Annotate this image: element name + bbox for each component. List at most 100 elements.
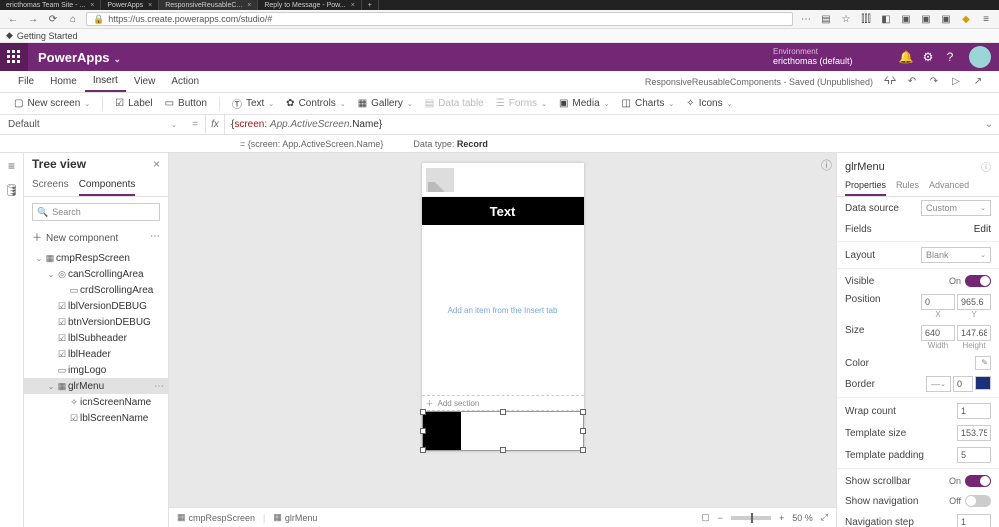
tree-node[interactable]: ☑lblScreenName [24, 410, 168, 426]
avatar[interactable] [969, 46, 991, 68]
button-button[interactable]: ▭Button [161, 98, 211, 109]
width-input[interactable] [921, 325, 955, 341]
app-launcher-icon[interactable] [0, 43, 28, 71]
info-icon[interactable]: ⓘ [981, 159, 991, 174]
fields-edit-link[interactable]: Edit [974, 224, 991, 235]
tree-node-root[interactable]: ⌄▦cmpRespScreen [24, 250, 168, 266]
orientation-icon[interactable]: ▢ [701, 512, 710, 523]
app-title[interactable]: PowerApps⌄ [28, 50, 131, 65]
browser-tab[interactable]: ericthomas Team Site - ...× [0, 0, 101, 10]
addon-icon[interactable]: ▣ [899, 12, 913, 26]
bookmark-icon[interactable]: ☆ [839, 12, 853, 26]
text-dropdown[interactable]: ⓉText⌄ [228, 96, 278, 111]
info-icon[interactable]: ⓘ [821, 157, 832, 173]
height-input[interactable] [957, 325, 991, 341]
help-icon[interactable]: ? [939, 50, 961, 64]
tree-search-input[interactable]: 🔍 Search [32, 203, 160, 221]
breadcrumb[interactable]: ▦cmpRespScreen [177, 512, 255, 523]
forward-button[interactable]: → [26, 12, 40, 26]
gallery-template[interactable] [423, 412, 461, 450]
resize-handle[interactable] [500, 447, 506, 453]
menu-insert[interactable]: Insert [85, 71, 126, 92]
nav-step-input[interactable] [957, 514, 991, 527]
close-icon[interactable]: × [247, 2, 251, 9]
resize-handle[interactable] [580, 447, 586, 453]
navigation-toggle[interactable] [965, 495, 991, 507]
library-icon[interactable]: ⫿⫿⫿ [859, 12, 873, 26]
tab-screens[interactable]: Screens [32, 175, 69, 196]
tab-rules[interactable]: Rules [896, 176, 919, 196]
label-button[interactable]: ☑Label [111, 98, 156, 109]
sidebar-icon[interactable]: ◧ [879, 12, 893, 26]
expand-formula-icon[interactable]: ⌄ [979, 119, 999, 130]
tree-node-selected[interactable]: ⌄▦glrMenu⋯ [24, 378, 168, 394]
gallery-dropdown[interactable]: ▦Gallery⌄ [354, 98, 417, 109]
more-icon[interactable]: ⋯ [154, 381, 164, 392]
tree-node[interactable]: ✧icnScreenName [24, 394, 168, 410]
more-icon[interactable]: ⋯ [150, 231, 160, 242]
menu-home[interactable]: Home [42, 71, 85, 92]
resize-handle[interactable] [420, 447, 426, 453]
color-picker[interactable]: ✎ [975, 356, 991, 370]
more-actions-icon[interactable]: ⋯ [799, 12, 813, 26]
share-icon[interactable]: ↗ [967, 71, 989, 92]
tree-node[interactable]: ☑lblHeader [24, 346, 168, 362]
undo-icon[interactable]: ↶ [901, 71, 923, 92]
tree-node[interactable]: ⌄◎canScrollingArea [24, 266, 168, 282]
formula-input[interactable]: {screen: App.ActiveScreen.Name} [225, 119, 979, 130]
redo-icon[interactable]: ↷ [923, 71, 945, 92]
addon-icon[interactable]: ▣ [939, 12, 953, 26]
settings-icon[interactable]: ⚙ [917, 50, 939, 64]
resize-handle[interactable] [500, 409, 506, 415]
charts-dropdown[interactable]: ◫Charts⌄ [618, 98, 679, 109]
resize-handle[interactable] [420, 428, 426, 434]
tree-node[interactable]: ▭imgLogo [24, 362, 168, 378]
new-component-button[interactable]: ＋New component [32, 229, 118, 244]
position-x-input[interactable] [921, 294, 955, 310]
tree-node[interactable]: ▭crdScrollingArea [24, 282, 168, 298]
media-dropdown[interactable]: ▣Media⌄ [555, 98, 614, 109]
tab-properties[interactable]: Properties [845, 176, 886, 196]
tab-advanced[interactable]: Advanced [929, 176, 969, 196]
fx-icon[interactable]: fx [205, 115, 225, 134]
visible-toggle[interactable] [965, 275, 991, 287]
position-y-input[interactable] [957, 294, 991, 310]
template-size-input[interactable] [957, 425, 991, 441]
layout-dropdown[interactable]: Blank⌄ [921, 247, 991, 263]
app-checker-icon[interactable]: ᔦᔨ [879, 71, 901, 92]
menu-action[interactable]: Action [163, 71, 207, 92]
home-button[interactable]: ⌂ [66, 12, 80, 26]
close-icon[interactable]: × [148, 2, 152, 9]
tree-node[interactable]: ☑lblSubheader [24, 330, 168, 346]
resize-handle[interactable] [580, 409, 586, 415]
zoom-in-icon[interactable]: + [779, 513, 784, 523]
reader-icon[interactable]: ▤ [819, 12, 833, 26]
scrollbar-toggle[interactable] [965, 475, 991, 487]
controls-dropdown[interactable]: ✿Controls⌄ [282, 98, 350, 109]
tree-view-icon[interactable]: ≡ [8, 159, 15, 173]
browser-tab[interactable]: ResponsiveReusableC...× [159, 0, 258, 10]
property-dropdown[interactable]: Default⌄ [0, 119, 185, 130]
browser-tab[interactable]: PowerApps× [101, 0, 159, 10]
border-style-dropdown[interactable]: —⌄ [926, 376, 951, 392]
browser-tab[interactable]: Reply to Message - Pow...× [258, 0, 361, 10]
resize-handle[interactable] [580, 428, 586, 434]
play-icon[interactable]: ▷ [945, 71, 967, 92]
menu-icon[interactable]: ≡ [979, 12, 993, 26]
addon-icon[interactable]: ▣ [919, 12, 933, 26]
url-input[interactable]: 🔒 https://us.create.powerapps.com/studio… [86, 12, 793, 26]
environment-picker[interactable]: Environment ericthomas (default) [765, 47, 895, 67]
new-tab-button[interactable]: + [362, 0, 379, 10]
fit-icon[interactable]: ⤢ [821, 512, 828, 523]
datasource-dropdown[interactable]: Custom⌄ [921, 200, 991, 216]
zoom-out-icon[interactable]: − [718, 513, 723, 523]
bookmark-item[interactable]: Getting Started [17, 31, 78, 41]
breadcrumb[interactable]: ▦glrMenu [273, 512, 317, 523]
new-screen-button[interactable]: ▢New screen⌄ [10, 98, 94, 109]
device-preview[interactable]: Text Add an item from the Insert tab ＋Ad… [422, 163, 584, 451]
icons-dropdown[interactable]: ✧Icons⌄ [682, 98, 736, 109]
addon-icon[interactable]: ◆ [959, 12, 973, 26]
zoom-slider[interactable] [731, 516, 771, 520]
data-sources-icon[interactable]: 🛢 [4, 183, 19, 197]
close-icon[interactable]: × [90, 2, 94, 9]
